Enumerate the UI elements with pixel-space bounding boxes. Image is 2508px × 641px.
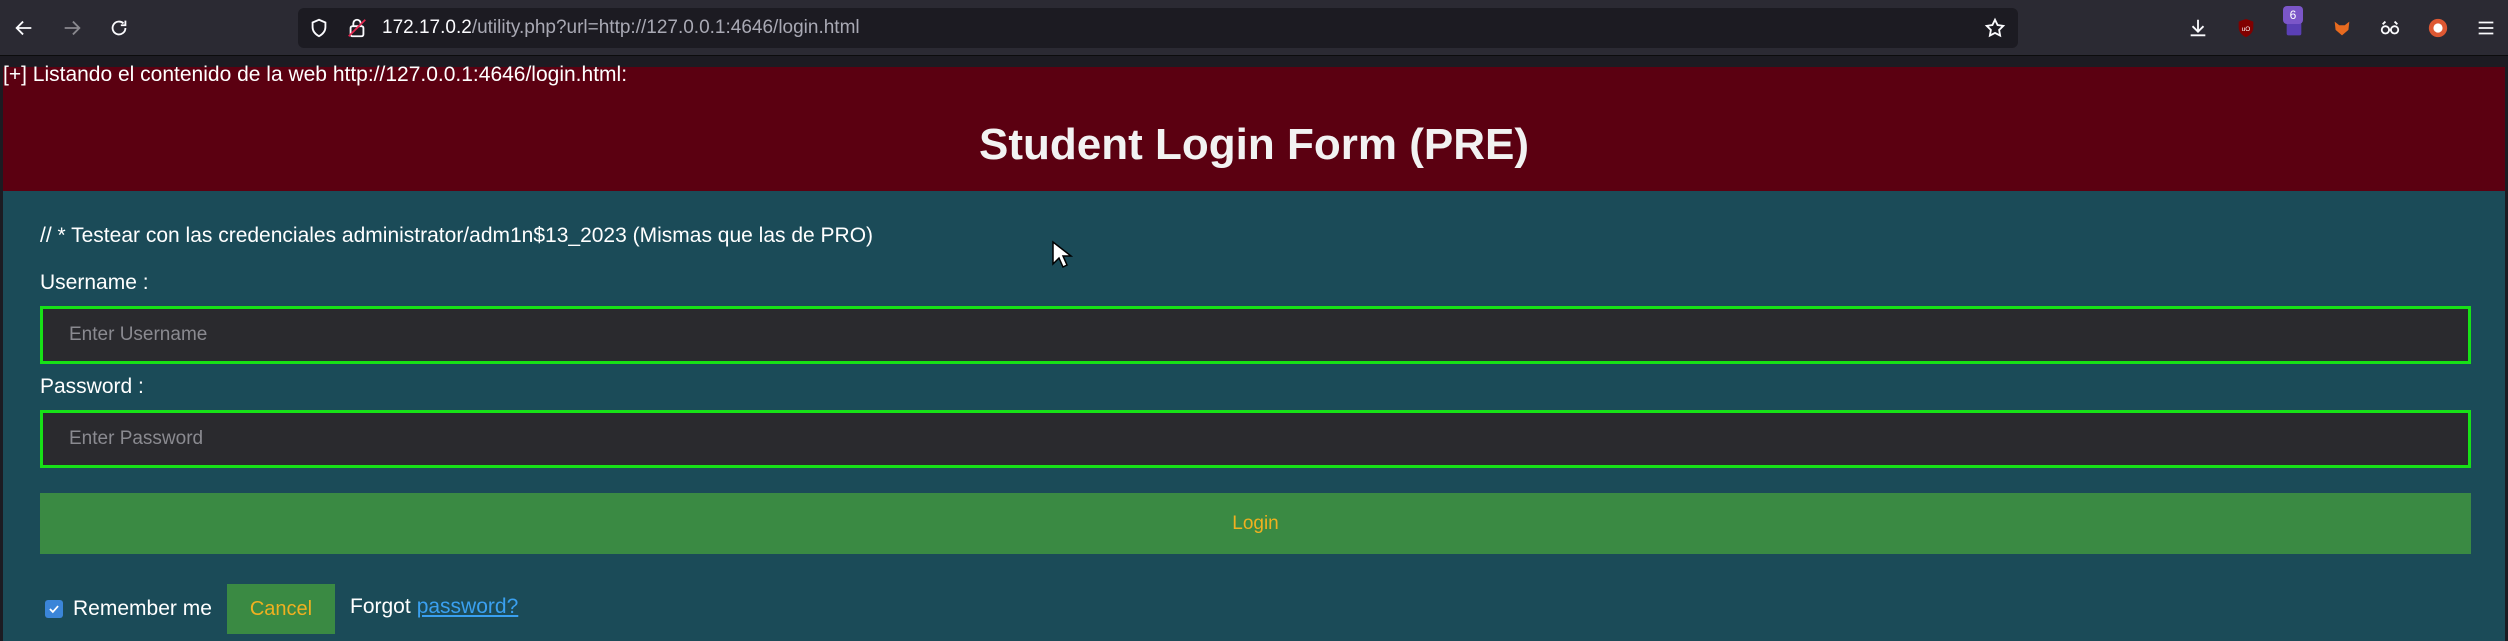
page-content: Student Login Form (PRE) [+] Listando el…	[0, 57, 2508, 641]
lock-icon[interactable]	[346, 17, 368, 39]
check-icon	[49, 605, 59, 614]
login-button[interactable]: Login	[40, 493, 2471, 554]
shield-icon[interactable]	[308, 17, 330, 39]
star-icon[interactable]	[1984, 17, 2006, 39]
mouse-cursor-icon	[1052, 240, 1073, 269]
extension-badge: 6	[2283, 6, 2303, 24]
glasses-icon	[2380, 20, 2400, 35]
cancel-button[interactable]: Cancel	[227, 584, 335, 634]
forward-icon	[64, 20, 81, 36]
fox-icon	[2334, 21, 2350, 36]
menu-button[interactable]	[2470, 12, 2502, 44]
password-input[interactable]	[40, 410, 2471, 468]
fox-extension-button[interactable]	[2326, 12, 2358, 44]
back-icon	[15, 20, 32, 36]
duckduckgo-button[interactable]	[2422, 12, 2454, 44]
username-label: Username :	[40, 271, 149, 294]
forward-button[interactable]	[55, 12, 89, 44]
reload-icon	[111, 20, 127, 36]
credentials-note: // * Testear con las credenciales admini…	[40, 224, 874, 247]
forgot-text: Forgot	[350, 595, 411, 618]
svg-text:uO: uO	[2242, 26, 2251, 33]
login-form: // * Testear con las credenciales admini…	[3, 191, 2505, 641]
back-button[interactable]	[7, 12, 41, 44]
menu-icon	[2478, 21, 2494, 35]
ublock-icon: uO	[2238, 18, 2254, 38]
url-host: 172.17.0.2	[382, 17, 472, 38]
download-icon	[2190, 19, 2206, 37]
ublock-button[interactable]: uO	[2230, 12, 2262, 44]
url-bar[interactable]: 172.17.0.2/utility.php?url=http://127.0.…	[298, 8, 2018, 48]
browser-toolbar: 172.17.0.2/utility.php?url=http://127.0.…	[0, 0, 2508, 56]
forgot-password-link[interactable]: password?	[417, 595, 519, 618]
remember-checkbox[interactable]	[45, 600, 63, 618]
remember-me[interactable]: Remember me	[45, 597, 212, 621]
page-title: Student Login Form (PRE)	[979, 120, 1529, 169]
forgot-password: Forgot password?	[350, 595, 518, 619]
url-text: 172.17.0.2/utility.php?url=http://127.0.…	[382, 8, 860, 48]
listing-text: [+] Listando el contenido de la web http…	[3, 63, 628, 86]
glasses-extension-button[interactable]	[2374, 12, 2406, 44]
url-path: /utility.php?url=http://127.0.0.1:4646/l…	[471, 17, 860, 38]
duckduckgo-icon	[2428, 18, 2448, 38]
downloads-button[interactable]	[2182, 12, 2214, 44]
reload-button[interactable]	[102, 12, 136, 44]
username-input[interactable]	[40, 306, 2471, 364]
password-label: Password :	[40, 375, 144, 398]
remember-label: Remember me	[73, 597, 212, 620]
